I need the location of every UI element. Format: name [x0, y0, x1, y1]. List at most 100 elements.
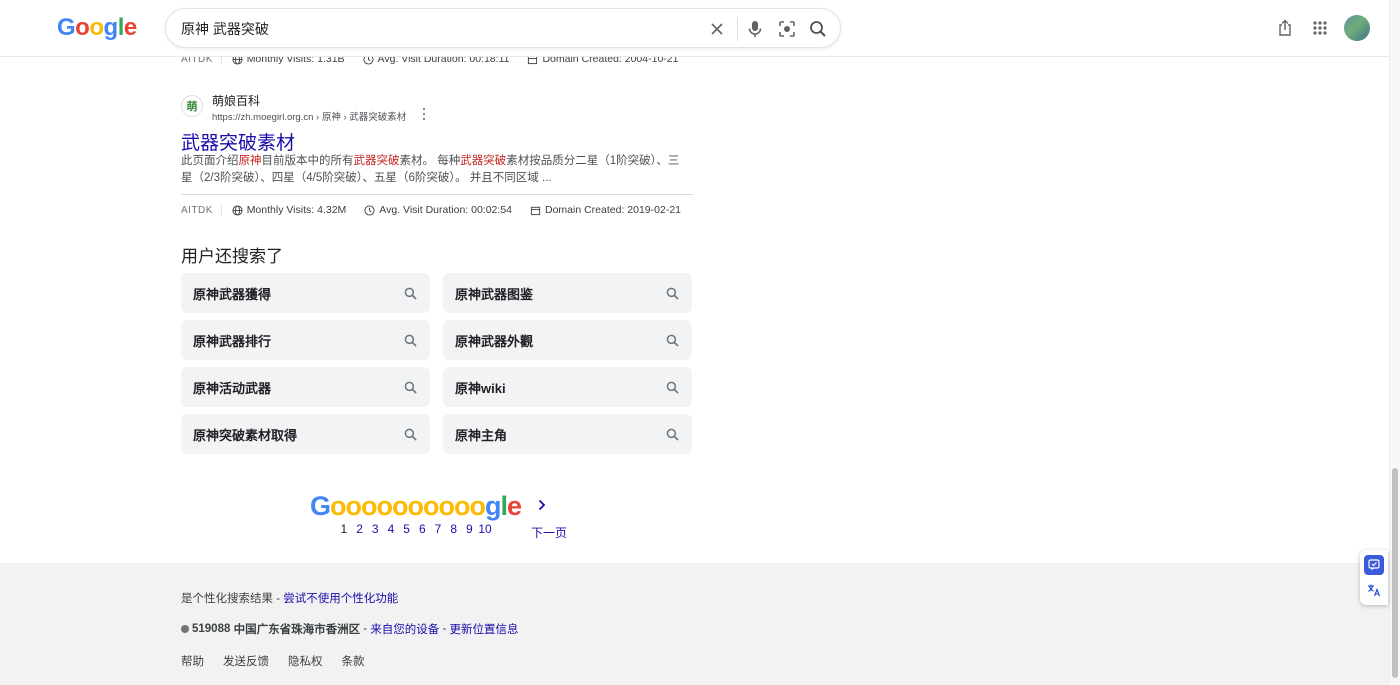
metrics-separator: | — [219, 204, 223, 216]
monthly-visits-text: Monthly Visits: 4.32M — [246, 204, 347, 216]
monthly-visits: Monthly Visits: 4.32M — [232, 204, 347, 216]
personalized-text: 是个性化搜索结果 - — [181, 593, 284, 605]
send-feedback-link[interactable]: 发送反馈 — [223, 653, 269, 669]
search-icon — [404, 428, 417, 441]
next-page-link[interactable]: 下一页 — [531, 524, 567, 541]
try-without-personalization-link[interactable]: 尝试不使用个性化功能 — [283, 593, 398, 605]
page-link[interactable]: 5 — [399, 522, 415, 536]
google-logo[interactable]: Google — [57, 14, 137, 42]
page-link[interactable]: 4 — [383, 522, 399, 536]
related-search-item[interactable]: 原神主角 — [443, 414, 692, 454]
related-search-item[interactable]: 原神武器排行 — [181, 320, 430, 360]
page-link[interactable]: 9 — [462, 522, 478, 536]
pager-logo-letter: o — [345, 491, 362, 521]
location-dot-icon — [181, 625, 189, 633]
related-searches-heading: 用户还搜索了 — [181, 247, 283, 266]
related-search-label: 原神武器外觀 — [455, 333, 534, 349]
translate-icon[interactable] — [1364, 580, 1384, 600]
snippet-text: 此页面介绍 — [181, 155, 239, 167]
page-link[interactable]: 3 — [367, 522, 383, 536]
pager-logo-letter: o — [423, 491, 439, 521]
logo-letter: G — [57, 14, 76, 41]
favicon-char: 萌 — [186, 101, 198, 113]
related-search-item[interactable]: 原神活动武器 — [181, 367, 430, 407]
related-search-label: 原神突破素材取得 — [193, 427, 298, 443]
pager-logo-letter: G — [310, 491, 331, 521]
clear-icon[interactable] — [706, 18, 728, 40]
related-search-item[interactable]: 原神wiki — [443, 367, 692, 407]
result-divider — [181, 194, 693, 195]
related-search-label: 原神主角 — [455, 427, 508, 443]
related-search-label: 原神武器图鉴 — [455, 286, 534, 302]
calendar-icon — [530, 206, 541, 215]
personalized-notice: 是个性化搜索结果 - 尝试不使用个性化功能 — [181, 590, 398, 606]
pager-logo-letter: o — [376, 491, 393, 521]
related-search-label: 原神wiki — [455, 380, 506, 396]
location-separator: - — [439, 623, 450, 635]
pager-logo-letter: o — [438, 491, 455, 521]
related-search-label: 原神武器排行 — [193, 333, 272, 349]
related-search-item[interactable]: 原神武器外觀 — [443, 320, 692, 360]
pager-logo-letter: o — [469, 491, 486, 521]
page-link-current: 1 — [340, 522, 348, 536]
site-favicon-icon[interactable]: 萌 — [181, 95, 203, 117]
more-options-icon[interactable] — [419, 107, 429, 121]
search-icon — [666, 287, 679, 300]
page-link[interactable]: 10 — [477, 522, 493, 536]
result-title-link[interactable]: 武器突破素材 — [181, 128, 295, 155]
scrollbar-thumb[interactable] — [1392, 468, 1398, 678]
aitdk-label: AITDK — [181, 204, 213, 216]
avg-visit-duration-text: Avg. Visit Duration: 00:02:54 — [379, 204, 512, 216]
snippet-highlight: 原神 — [238, 155, 262, 167]
site-url[interactable]: https://zh.moegirl.org.cn › 原神 › 武器突破素材 — [212, 109, 406, 123]
privacy-link[interactable]: 隐私权 — [288, 653, 323, 669]
avatar[interactable] — [1344, 15, 1370, 41]
page-numbers: 1 2 3 4 5 6 7 8 9 10 — [336, 522, 493, 536]
globe-icon — [232, 204, 243, 216]
page-scrollbar[interactable] — [1389, 0, 1400, 685]
search-icon — [666, 334, 679, 347]
search-divider — [737, 17, 738, 41]
header: Google — [0, 0, 1389, 57]
pager-logo-letter: o — [392, 491, 408, 521]
pagination: Goooooooooogle 1 2 3 4 5 6 7 8 9 10 下一页 — [310, 490, 580, 545]
chevron-right-icon[interactable] — [536, 495, 548, 515]
snippet-highlight: 武器突破 — [353, 155, 400, 167]
update-location-link[interactable]: 更新位置信息 — [450, 621, 519, 637]
search-icon[interactable] — [807, 18, 829, 40]
microphone-icon[interactable] — [744, 18, 766, 40]
share-icon[interactable] — [1274, 17, 1296, 39]
result-snippet: 此页面介绍原神目前版本中的所有武器突破素材。 每种武器突破素材按品质分二星（1阶… — [181, 153, 681, 187]
related-search-item[interactable]: 原神武器獲得 — [181, 273, 430, 313]
search-input[interactable] — [181, 19, 681, 39]
ai-chat-icon[interactable] — [1364, 555, 1384, 575]
aitdk-metrics-result: AITDK | Monthly Visits: 4.32M Avg. Visit… — [181, 202, 699, 218]
page-link[interactable]: 7 — [430, 522, 446, 536]
logo-letter: e — [123, 14, 137, 41]
domain-created-text: Domain Created: 2019-02-21 — [545, 204, 681, 216]
site-name[interactable]: 萌娘百科 — [212, 92, 260, 109]
logo-letter: g — [103, 14, 119, 41]
clock-icon — [364, 204, 375, 216]
page-link[interactable]: 6 — [414, 522, 430, 536]
footer-links: 帮助 发送反馈 隐私权 条款 — [181, 653, 384, 669]
related-search-label: 原神活动武器 — [193, 380, 272, 396]
search-box — [165, 8, 841, 48]
location-text: 中国广东省珠海市香洲区 — [233, 624, 361, 636]
pager-logo-letter: o — [407, 491, 424, 521]
page-link[interactable]: 2 — [352, 522, 368, 536]
location-info: 519088 中国广东省珠海市香洲区 - 来自您的设备 - 更新位置信息 — [181, 621, 519, 637]
related-search-item[interactable]: 原神突破素材取得 — [181, 414, 430, 454]
location-separator: - — [360, 623, 371, 635]
search-icon — [404, 381, 417, 394]
page-link[interactable]: 8 — [446, 522, 462, 536]
related-search-item[interactable]: 原神武器图鉴 — [443, 273, 692, 313]
snippet-text: 目前版本中的所有 — [261, 155, 354, 167]
camera-search-icon[interactable] — [776, 18, 798, 40]
from-your-device-link[interactable]: 来自您的设备 — [370, 621, 439, 637]
terms-link[interactable]: 条款 — [342, 653, 365, 669]
apps-grid-icon[interactable] — [1309, 17, 1331, 39]
search-icon — [404, 287, 417, 300]
help-link[interactable]: 帮助 — [181, 653, 204, 669]
snippet-text: 素材。 每种 — [399, 155, 461, 167]
